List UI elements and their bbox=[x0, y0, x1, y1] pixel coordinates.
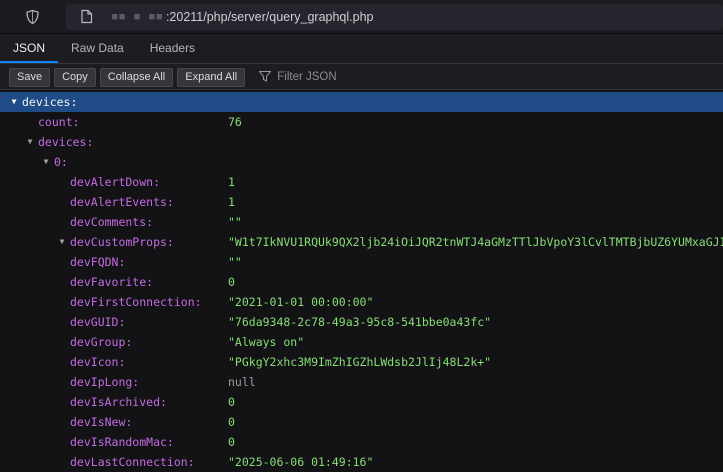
json-key: devGUID: bbox=[70, 315, 125, 329]
filter-json-wrap bbox=[259, 71, 457, 83]
url-text: :20211/php/server/query_graphql.php bbox=[166, 10, 374, 24]
json-value: 76 bbox=[228, 112, 242, 132]
json-key: devIsNew: bbox=[70, 415, 132, 429]
json-key: devFavorite: bbox=[70, 275, 153, 289]
viewer-tab-headers[interactable]: Headers bbox=[137, 34, 208, 63]
filter-funnel-icon bbox=[259, 71, 271, 82]
json-key: devAlertDown: bbox=[70, 175, 160, 189]
tree-row[interactable]: ▼ devCustomProps: "W1t7IkNVU1RQUk9QX2ljb… bbox=[0, 232, 723, 252]
json-value: null bbox=[228, 372, 256, 392]
tree-row[interactable]: devIsRandomMac: 0 bbox=[0, 432, 723, 452]
json-value: "Always on" bbox=[228, 332, 304, 352]
twisty-expanded-icon[interactable]: ▼ bbox=[56, 232, 68, 252]
shield-icon[interactable] bbox=[22, 7, 42, 27]
tree-row[interactable]: devIsNew: 0 bbox=[0, 412, 723, 432]
json-value: "76da9348-2c78-49a3-95c8-541bbe0a43fc" bbox=[228, 312, 491, 332]
json-key: 0: bbox=[54, 155, 68, 169]
tree-row[interactable]: devFavorite: 0 bbox=[0, 272, 723, 292]
filter-json-input[interactable] bbox=[277, 71, 457, 83]
json-value: 1 bbox=[228, 172, 235, 192]
twisty-expanded-icon[interactable]: ▼ bbox=[24, 132, 36, 152]
address-bar: ■■ ■ ■■ :20211/php/server/query_graphql.… bbox=[0, 0, 723, 34]
json-value: "2025-06-06 01:49:16" bbox=[228, 452, 373, 472]
tree-row[interactable]: devGroup: "Always on" bbox=[0, 332, 723, 352]
json-key: devIsRandomMac: bbox=[70, 435, 174, 449]
json-value: 0 bbox=[228, 412, 235, 432]
collapse-all-button[interactable]: Collapse All bbox=[100, 68, 173, 87]
json-viewer-toolbar: SaveCopyCollapse AllExpand All bbox=[0, 64, 723, 90]
json-tree: ▼ devices: count: 76 ▼ devices: ▼ 0: dev… bbox=[0, 90, 723, 472]
save-button[interactable]: Save bbox=[9, 68, 50, 87]
tree-row[interactable]: devAlertEvents: 1 bbox=[0, 192, 723, 212]
tree-row[interactable]: devComments: "" bbox=[0, 212, 723, 232]
json-key: devIsArchived: bbox=[70, 395, 167, 409]
json-viewer-tabbar: JSON Raw Data Headers bbox=[0, 34, 723, 64]
json-value: "" bbox=[228, 252, 242, 272]
twisty-expanded-icon[interactable]: ▼ bbox=[8, 92, 20, 112]
json-key: devIpLong: bbox=[70, 375, 139, 389]
json-value: "" bbox=[228, 212, 242, 232]
tree-row[interactable]: devFirstConnection: "2021-01-01 00:00:00… bbox=[0, 292, 723, 312]
json-value: "W1t7IkNVU1RQUk9QX2ljb24iOiJQR2tnWTJ4aGM… bbox=[228, 232, 723, 252]
twisty-expanded-icon[interactable]: ▼ bbox=[40, 152, 52, 172]
copy-button[interactable]: Copy bbox=[54, 68, 96, 87]
viewer-tab-label: JSON bbox=[13, 41, 45, 55]
json-key: devIcon: bbox=[70, 355, 125, 369]
expand-all-button[interactable]: Expand All bbox=[177, 68, 245, 87]
tree-row[interactable]: devIpLong: null bbox=[0, 372, 723, 392]
json-key: devFirstConnection: bbox=[70, 295, 202, 309]
tree-row[interactable]: devLastConnection: "2025-06-06 01:49:16" bbox=[0, 452, 723, 472]
tree-row[interactable]: devFQDN: "" bbox=[0, 252, 723, 272]
tree-row[interactable]: devIcon: "PGkgY2xhc3M9ImZhIGZhLWdsb2JlIj… bbox=[0, 352, 723, 372]
json-key: devCustomProps: bbox=[70, 235, 174, 249]
url-bar[interactable]: ■■ ■ ■■ :20211/php/server/query_graphql.… bbox=[66, 4, 723, 30]
tree-row[interactable]: count: 76 bbox=[0, 112, 723, 132]
page-permissions-icon[interactable] bbox=[76, 7, 96, 27]
viewer-tab-label: Raw Data bbox=[71, 41, 124, 55]
json-value: 0 bbox=[228, 272, 235, 292]
tree-row[interactable]: ▼ devices: bbox=[0, 92, 723, 112]
json-value: "2021-01-01 00:00:00" bbox=[228, 292, 373, 312]
tree-row[interactable]: devIsArchived: 0 bbox=[0, 392, 723, 412]
json-key: devFQDN: bbox=[70, 255, 125, 269]
redacted-host-text: ■■ ■ ■■ bbox=[112, 12, 164, 22]
json-key: devLastConnection: bbox=[70, 455, 195, 469]
browser-window: ■■ ■ ■■ :20211/php/server/query_graphql.… bbox=[0, 0, 723, 472]
json-key: devAlertEvents: bbox=[70, 195, 174, 209]
viewer-tab-label: Headers bbox=[150, 41, 195, 55]
tree-row[interactable]: devAlertDown: 1 bbox=[0, 172, 723, 192]
json-value: 1 bbox=[228, 192, 235, 212]
json-key: count: bbox=[38, 115, 80, 129]
json-key: devices: bbox=[38, 135, 93, 149]
json-key: devices: bbox=[22, 95, 77, 109]
json-key: devComments: bbox=[70, 215, 153, 229]
viewer-tab-json[interactable]: JSON bbox=[0, 34, 58, 63]
viewer-tab-raw-data[interactable]: Raw Data bbox=[58, 34, 137, 63]
tree-row[interactable]: devGUID: "76da9348-2c78-49a3-95c8-541bbe… bbox=[0, 312, 723, 332]
json-value: 0 bbox=[228, 392, 235, 412]
tree-row[interactable]: ▼ 0: bbox=[0, 152, 723, 172]
json-value: 0 bbox=[228, 432, 235, 452]
json-value: "PGkgY2xhc3M9ImZhIGZhLWdsb2JlIj48L2k+" bbox=[228, 352, 491, 372]
tree-row[interactable]: ▼ devices: bbox=[0, 132, 723, 152]
json-key: devGroup: bbox=[70, 335, 132, 349]
